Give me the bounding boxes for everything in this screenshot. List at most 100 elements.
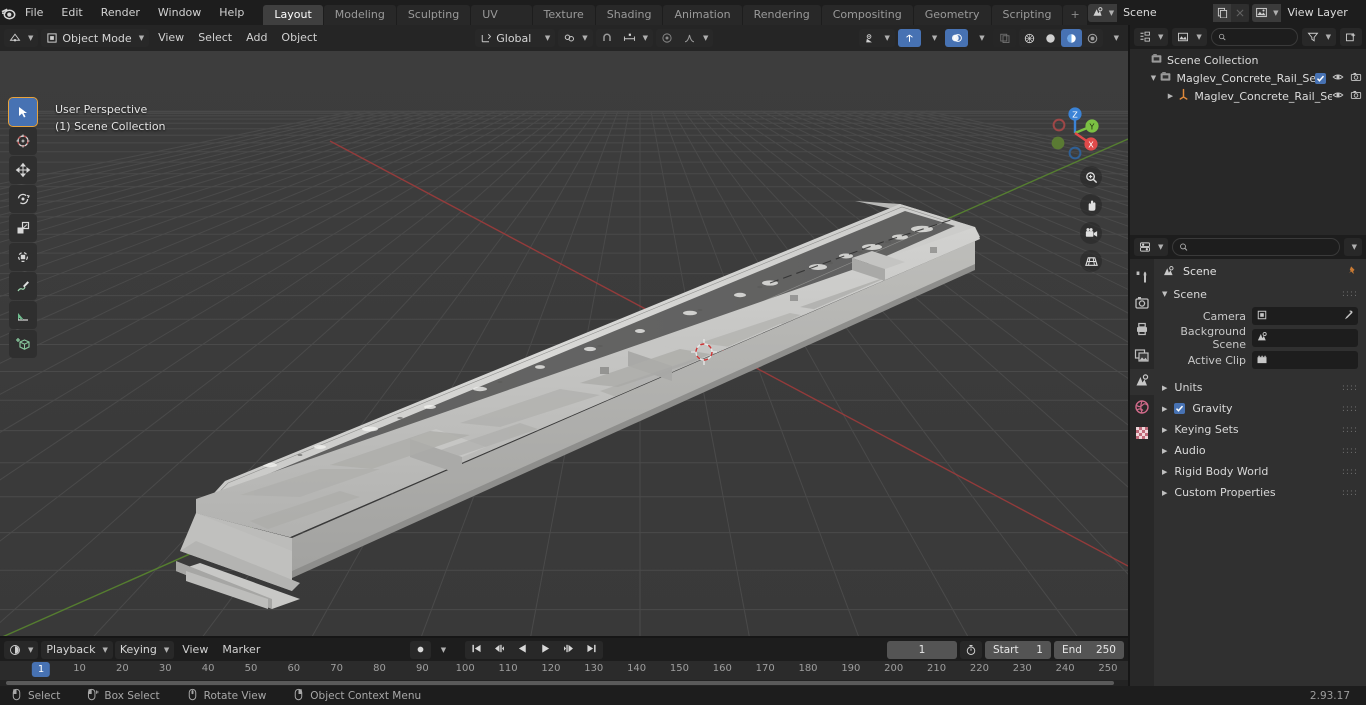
- panel-header-custom-properties[interactable]: ▶ Custom Properties::::: [1154, 482, 1366, 503]
- editor-type-selector[interactable]: ▼: [4, 29, 39, 47]
- workspace-tab-rendering[interactable]: Rendering: [742, 5, 821, 25]
- zoom-icon[interactable]: [1080, 166, 1102, 188]
- measure-tool[interactable]: [9, 301, 37, 329]
- transform-tool[interactable]: [9, 243, 37, 271]
- outliner-search-box[interactable]: [1210, 28, 1298, 46]
- texture-tab[interactable]: [1130, 421, 1154, 447]
- object-visibility-selector[interactable]: ▼: [859, 29, 895, 47]
- add-cube-tool[interactable]: [9, 330, 37, 358]
- timeline-menu-playback[interactable]: Playback ▼: [41, 640, 113, 659]
- tool-tab[interactable]: [1130, 265, 1154, 291]
- panel-drag-grip[interactable]: ::::: [1342, 425, 1358, 434]
- output-tab[interactable]: [1130, 317, 1154, 343]
- view-layer-browse-icon[interactable]: ▼: [1252, 3, 1282, 22]
- panel-drag-grip[interactable]: ::::: [1342, 404, 1358, 413]
- panel-drag-grip[interactable]: ::::: [1342, 488, 1358, 497]
- viewport-menu-view[interactable]: View: [152, 29, 190, 47]
- hide-in-viewport-icon[interactable]: [1332, 89, 1344, 104]
- panel-drag-grip[interactable]: ::::: [1342, 467, 1358, 476]
- world-tab[interactable]: [1130, 395, 1154, 421]
- exclude-checkbox[interactable]: [1315, 72, 1326, 84]
- panel-header-units[interactable]: ▶ Units::::: [1154, 377, 1366, 398]
- outliner-row[interactable]: ▶ Maglev_Concrete_Rail_Se: [1130, 87, 1366, 105]
- previous-keyframe-button[interactable]: [488, 640, 512, 659]
- timeline-ruler[interactable]: 10 20 30 40 50 60 70 80 90 100 110 120 130 140 150 160 1…: [0, 661, 1128, 680]
- object-mode-selector[interactable]: Object Mode ▼: [41, 29, 150, 47]
- properties-editor[interactable]: ▼ ▼ Scene ▼ Scene:::: Camera Background Sce…: [1130, 235, 1366, 686]
- use-preview-range-button[interactable]: [959, 640, 982, 659]
- current-frame-field[interactable]: 1: [886, 640, 957, 659]
- ortho-persp-icon[interactable]: [1080, 250, 1102, 272]
- workspace-tab-layout[interactable]: Layout: [263, 5, 323, 25]
- menu-edit[interactable]: Edit: [52, 0, 91, 25]
- outliner-row[interactable]: Scene Collection: [1130, 51, 1366, 69]
- view-layer-selector[interactable]: ▼ View Layer: [1252, 3, 1366, 22]
- properties-search-input[interactable]: [1192, 241, 1333, 253]
- proportional-falloff-selector[interactable]: ▼: [678, 29, 713, 47]
- menu-file[interactable]: File: [16, 0, 52, 25]
- proportional-edit-icon[interactable]: [656, 29, 679, 47]
- scene-browse-icon[interactable]: ▼: [1087, 3, 1118, 22]
- new-collection-button[interactable]: [1340, 28, 1362, 46]
- panel-header-scene[interactable]: ▼ Scene::::: [1154, 283, 1366, 305]
- snap-magnet-icon[interactable]: [595, 29, 618, 47]
- timeline-scrollbar-thumb[interactable]: [6, 681, 1114, 685]
- workspace-tab-animation[interactable]: Animation: [663, 5, 742, 25]
- eyedropper-icon[interactable]: [1342, 309, 1354, 324]
- jump-to-end-button[interactable]: [580, 640, 604, 659]
- view-layer-name[interactable]: View Layer: [1281, 3, 1366, 22]
- scene-tab[interactable]: [1130, 369, 1154, 395]
- keying-popover[interactable]: ▼: [433, 641, 451, 659]
- gizmo-toggle[interactable]: [897, 29, 921, 47]
- field-input-camera[interactable]: [1252, 307, 1358, 325]
- play-reverse-button[interactable]: [511, 640, 535, 659]
- panel-header-gravity[interactable]: ▶ Gravity::::: [1154, 398, 1366, 419]
- viewport-menu-add[interactable]: Add: [240, 29, 273, 47]
- next-keyframe-button[interactable]: [557, 640, 581, 659]
- auto-keying-toggle[interactable]: [409, 640, 431, 659]
- scene-selector[interactable]: ▼ Scene: [1087, 3, 1250, 22]
- disable-in-renders-icon[interactable]: [1350, 71, 1362, 86]
- shading-options-dropdown[interactable]: ▼: [1106, 29, 1124, 47]
- shading-rendered-icon[interactable]: [1081, 29, 1103, 47]
- blender-logo-icon[interactable]: [0, 0, 16, 25]
- viewport-3d[interactable]: ▼ Object Mode ▼ View Select Add Object Glob…: [0, 25, 1128, 638]
- unlink-scene-icon[interactable]: [1231, 3, 1250, 22]
- panel-header-rigid-body-world[interactable]: ▶ Rigid Body World::::: [1154, 461, 1366, 482]
- outliner-row[interactable]: ▼ Maglev_Concrete_Rail_Sectio: [1130, 69, 1366, 87]
- rotate-tool[interactable]: [9, 185, 37, 213]
- navigation-gizmo[interactable]: Z Y X: [1040, 98, 1110, 168]
- tweak-select-box-tool[interactable]: [8, 97, 38, 127]
- move-tool[interactable]: [9, 156, 37, 184]
- xray-toggle[interactable]: [992, 29, 1016, 47]
- gizmo-options-dropdown[interactable]: ▼: [924, 29, 942, 47]
- workspace-tab-modeling[interactable]: Modeling: [323, 5, 396, 25]
- disclosure-triangle-icon[interactable]: ▶: [1164, 92, 1178, 100]
- field-input-background-scene[interactable]: [1252, 329, 1358, 347]
- timeline-menu-view[interactable]: View: [176, 641, 214, 659]
- timeline-editor[interactable]: ▼ Playback ▼ Keying ▼ View Marker ▼ 1 Start 1: [0, 638, 1128, 686]
- panel-drag-grip[interactable]: ::::: [1342, 446, 1358, 455]
- shading-solid-icon[interactable]: [1039, 29, 1061, 47]
- disclosure-triangle-icon[interactable]: ▼: [1147, 74, 1159, 82]
- play-button[interactable]: [534, 640, 558, 659]
- scale-tool[interactable]: [9, 214, 37, 242]
- workspace-tab-scripting[interactable]: Scripting: [991, 5, 1063, 25]
- workspace-tab-sculpting[interactable]: Sculpting: [396, 5, 471, 25]
- outliner-search-input[interactable]: [1230, 31, 1291, 43]
- add-workspace-button[interactable]: +: [1063, 5, 1087, 25]
- timeline-menu-keying[interactable]: Keying ▼: [114, 640, 175, 659]
- jump-to-start-button[interactable]: [465, 640, 489, 659]
- snap-target-selector[interactable]: ▼: [617, 29, 654, 47]
- timeline-editor-type-selector[interactable]: ▼: [4, 640, 39, 659]
- end-frame-field[interactable]: End 250: [1053, 640, 1124, 659]
- scene-name[interactable]: Scene: [1117, 3, 1214, 22]
- panel-enable-checkbox[interactable]: [1174, 403, 1186, 414]
- shading-wireframe-icon[interactable]: [1018, 29, 1040, 47]
- field-input-active-clip[interactable]: [1252, 351, 1358, 369]
- menu-render[interactable]: Render: [92, 0, 149, 25]
- viewport-canvas[interactable]: User Perspective (1) Scene Collection Z …: [0, 51, 1128, 638]
- render-tab[interactable]: [1130, 291, 1154, 317]
- properties-options-dropdown[interactable]: ▼: [1343, 238, 1362, 256]
- transform-orientation-selector[interactable]: Global ▼: [475, 29, 556, 47]
